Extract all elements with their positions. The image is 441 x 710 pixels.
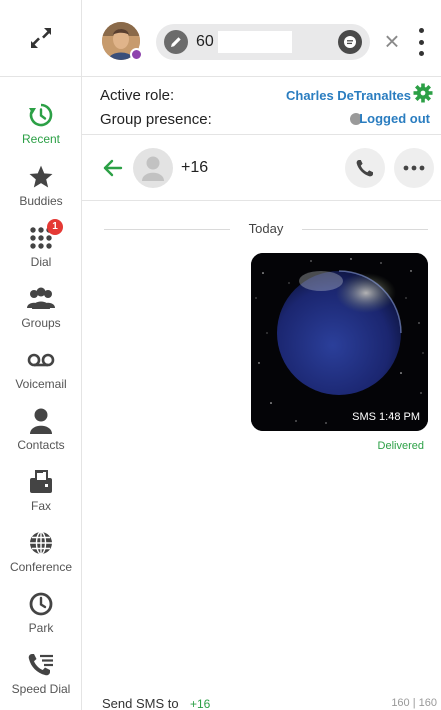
earth-image [251,253,428,431]
groups-icon [27,287,55,309]
group-presence-label: Group presence: [100,111,212,128]
composer-bar: Send SMS to +16 160 | 160 [82,694,441,710]
redaction-block [218,31,292,53]
search-input[interactable]: 60 [156,24,370,60]
expand-button[interactable] [0,0,82,77]
message-status: Delivered [377,440,424,452]
person-silhouette-icon [142,156,164,181]
sidebar-item-label: Park [28,621,54,635]
back-arrow-icon[interactable] [102,157,124,179]
character-counter: 160 | 160 [391,697,437,709]
sidebar: Recent Buddies 1 Dial Groups Voicemail C… [0,0,82,710]
active-role-label: Active role: [100,87,175,104]
search-input-value: 60 [196,33,214,50]
sidebar-item-voicemail[interactable]: Voicemail [0,345,82,403]
sidebar-item-recent[interactable]: Recent [0,100,82,158]
contact-person-icon [30,408,52,434]
top-header: 60 × [82,0,441,77]
gear-icon[interactable] [413,83,433,103]
sidebar-item-speed-dial[interactable]: Speed Dial [0,650,82,708]
group-presence-status[interactable]: Logged out [359,111,430,126]
phone-icon [356,160,373,177]
sidebar-item-conference[interactable]: Conference [0,528,82,586]
sidebar-item-buddies[interactable]: Buddies [0,162,82,220]
voicemail-icon [27,353,55,367]
sidebar-item-label: Recent [21,132,61,146]
sidebar-item-dial[interactable]: 1 Dial [0,219,82,281]
recent-clock-icon [29,103,53,127]
presence-status-dot [130,48,143,61]
sidebar-item-label: Speed Dial [11,682,71,696]
redaction-block [210,155,286,181]
sidebar-item-label: Fax [30,499,51,513]
mms-image-message[interactable]: SMS 1:48 PM [251,253,428,431]
chat-button[interactable] [338,30,362,54]
conversation-header: +16 [82,135,441,201]
dial-badge: 1 [47,219,63,235]
sidebar-item-groups[interactable]: Groups [0,284,82,342]
pencil-icon [171,37,181,47]
close-icon[interactable]: × [380,27,404,55]
call-button[interactable] [345,148,385,188]
sidebar-item-label: Contacts [17,438,65,452]
sidebar-item-label: Groups [21,316,61,330]
ellipsis-icon [403,165,425,171]
sidebar-item-label: Voicemail [15,377,67,391]
send-sms-number[interactable]: +16 [190,697,210,710]
role-panel: Active role: Charles DeTranaltes Group p… [82,77,441,135]
sidebar-item-park[interactable]: Park [0,589,82,647]
day-separator: Today [104,221,428,237]
expand-icon [31,28,51,48]
park-clock-icon [29,592,53,616]
active-role-link[interactable]: Charles DeTranaltes [286,88,411,103]
globe-icon [30,531,52,555]
sidebar-item-label: Buddies [19,194,63,208]
sidebar-item-label: Dial [30,255,52,269]
message-timestamp: SMS 1:48 PM [352,411,420,423]
star-icon [29,165,53,188]
sidebar-item-contacts[interactable]: Contacts [0,406,82,464]
contact-number: +16 [181,159,209,176]
separator-line [302,229,428,230]
sidebar-item-label: Conference [9,560,73,574]
sidebar-item-fax[interactable]: Fax [0,467,82,525]
contact-avatar [133,148,173,188]
more-options-button[interactable] [394,148,434,188]
speed-dial-icon [28,654,53,676]
edit-pencil-button[interactable] [164,30,188,54]
fax-icon [30,470,52,493]
send-sms-label: Send SMS to [102,696,179,710]
more-menu-icon[interactable] [416,28,426,56]
chat-bubble-icon [344,36,356,48]
